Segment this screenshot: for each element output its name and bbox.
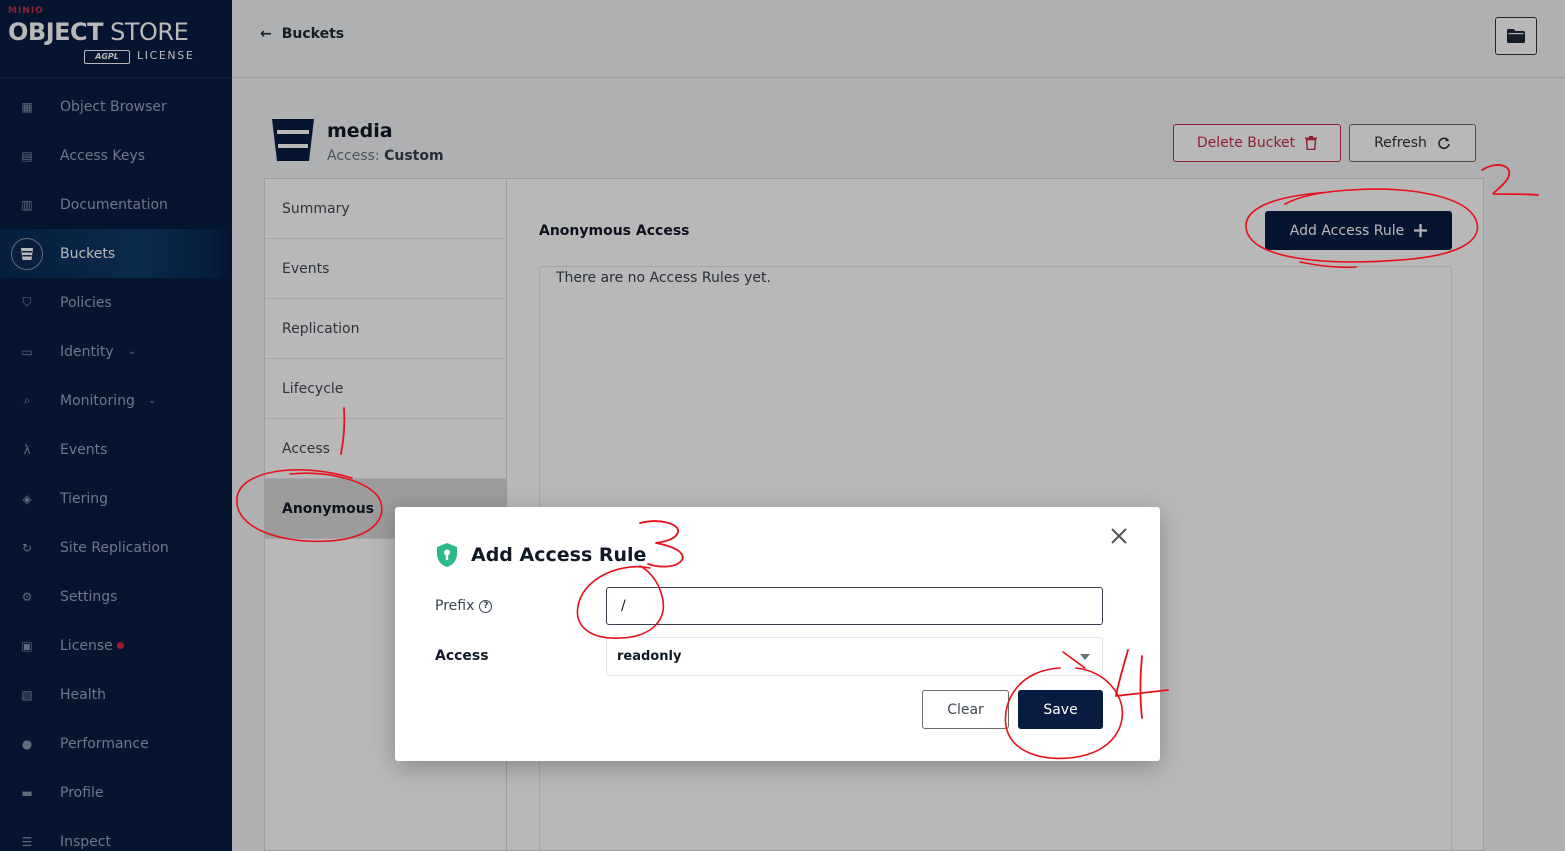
prefix-input[interactable] <box>606 587 1103 625</box>
clear-button[interactable]: Clear <box>922 690 1009 729</box>
shield-icon <box>437 543 457 567</box>
add-access-rule-modal: Add Access Rule Prefix ? Access readonly… <box>395 507 1160 761</box>
caret-down-icon <box>1080 654 1090 660</box>
help-icon[interactable]: ? <box>479 599 493 613</box>
access-label: Access <box>435 648 489 664</box>
access-select[interactable]: readonly <box>606 637 1103 676</box>
modal-title: Add Access Rule <box>471 544 647 566</box>
close-icon[interactable] <box>1108 525 1130 547</box>
prefix-label: Prefix ? <box>435 598 493 614</box>
save-button[interactable]: Save <box>1018 690 1103 729</box>
access-selected-value: readonly <box>617 649 682 664</box>
